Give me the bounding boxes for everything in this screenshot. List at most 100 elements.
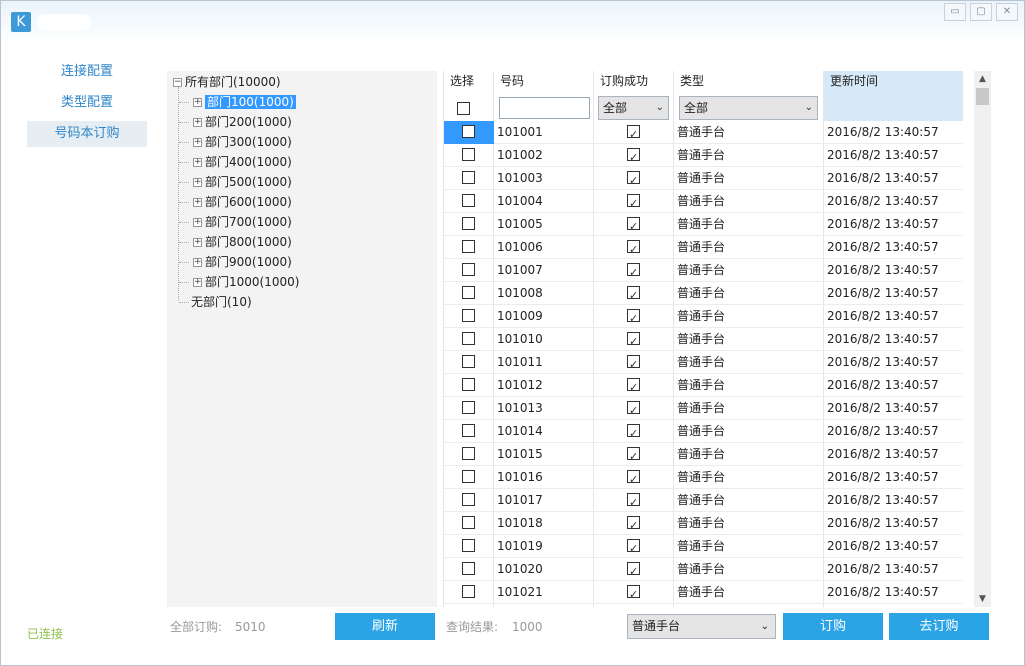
select-cell[interactable] bbox=[444, 512, 494, 535]
collapse-icon[interactable]: − bbox=[173, 78, 182, 87]
order-button[interactable]: 订购 bbox=[783, 613, 883, 640]
row-select-checkbox[interactable] bbox=[462, 401, 475, 414]
tree-item-dept[interactable]: + 部门400(1000) bbox=[193, 153, 292, 171]
tree-item-dept[interactable]: + 部门200(1000) bbox=[193, 113, 292, 131]
tree-item-dept[interactable]: + 部门300(1000) bbox=[193, 133, 292, 151]
table-row[interactable]: 101018 普通手台 2016/8/2 13:40:57 bbox=[444, 512, 963, 537]
table-row[interactable]: 101021 普通手台 2016/8/2 13:40:57 bbox=[444, 581, 963, 606]
table-row[interactable]: 101005 普通手台 2016/8/2 13:40:57 bbox=[444, 213, 963, 238]
select-cell[interactable] bbox=[444, 144, 494, 167]
row-select-checkbox[interactable] bbox=[462, 493, 475, 506]
minimize-button[interactable]: ▭ bbox=[944, 3, 966, 21]
nav-item-connection-config[interactable]: 连接配置 bbox=[27, 59, 147, 85]
select-cell[interactable] bbox=[444, 535, 494, 558]
select-cell[interactable] bbox=[444, 213, 494, 236]
refresh-button[interactable]: 刷新 bbox=[335, 613, 435, 640]
header-success[interactable]: 订购成功 bbox=[594, 71, 674, 93]
tree-item-dept[interactable]: + 部门800(1000) bbox=[193, 233, 292, 251]
row-select-checkbox[interactable] bbox=[462, 585, 475, 598]
tree-item-no-dept[interactable]: 无部门(10) bbox=[191, 293, 252, 311]
close-button[interactable]: ✕ bbox=[996, 3, 1018, 21]
expand-icon[interactable]: + bbox=[193, 178, 202, 187]
header-number[interactable]: 号码 bbox=[494, 71, 594, 93]
expand-icon[interactable]: + bbox=[193, 158, 202, 167]
table-row[interactable]: 101006 普通手台 2016/8/2 13:40:57 bbox=[444, 236, 963, 261]
scroll-thumb[interactable] bbox=[976, 88, 989, 105]
select-cell[interactable] bbox=[444, 397, 494, 420]
row-select-checkbox[interactable] bbox=[462, 355, 475, 368]
select-cell[interactable] bbox=[444, 328, 494, 351]
select-cell[interactable] bbox=[444, 466, 494, 489]
row-select-checkbox[interactable] bbox=[462, 263, 475, 276]
table-row[interactable]: 101017 普通手台 2016/8/2 13:40:57 bbox=[444, 489, 963, 514]
number-filter-input[interactable] bbox=[499, 97, 590, 119]
tree-item-dept[interactable]: + 部门100(1000) bbox=[193, 93, 296, 111]
select-cell[interactable] bbox=[444, 259, 494, 282]
row-select-checkbox[interactable] bbox=[462, 240, 475, 253]
select-cell[interactable] bbox=[444, 190, 494, 213]
select-all-checkbox[interactable] bbox=[457, 102, 470, 115]
tree-item-dept[interactable]: + 部门600(1000) bbox=[193, 193, 292, 211]
tree-item-dept[interactable]: + 部门900(1000) bbox=[193, 253, 292, 271]
table-row[interactable]: 101020 普通手台 2016/8/2 13:40:57 bbox=[444, 558, 963, 583]
row-select-checkbox[interactable] bbox=[462, 148, 475, 161]
scroll-up-icon[interactable]: ▲ bbox=[974, 71, 991, 87]
row-select-checkbox[interactable] bbox=[462, 378, 475, 391]
table-row[interactable]: 101019 普通手台 2016/8/2 13:40:57 bbox=[444, 535, 963, 560]
expand-icon[interactable]: + bbox=[193, 118, 202, 127]
row-select-checkbox[interactable] bbox=[462, 470, 475, 483]
select-cell[interactable] bbox=[444, 489, 494, 512]
table-row[interactable]: 101013 普通手台 2016/8/2 13:40:57 bbox=[444, 397, 963, 422]
row-select-checkbox[interactable] bbox=[462, 194, 475, 207]
order-type-select[interactable]: 普通手台 ⌄ bbox=[627, 614, 776, 639]
table-row[interactable]: 101010 普通手台 2016/8/2 13:40:57 bbox=[444, 328, 963, 353]
table-row[interactable]: 101014 普通手台 2016/8/2 13:40:57 bbox=[444, 420, 963, 445]
tree-root[interactable]: − 所有部门(10000) bbox=[173, 73, 281, 91]
select-cell[interactable] bbox=[444, 121, 494, 144]
tree-item-dept[interactable]: + 部门700(1000) bbox=[193, 213, 292, 231]
header-select[interactable]: 选择 bbox=[444, 71, 494, 93]
table-row[interactable]: 101012 普通手台 2016/8/2 13:40:57 bbox=[444, 374, 963, 399]
nav-item-type-config[interactable]: 类型配置 bbox=[27, 90, 147, 116]
table-row[interactable]: 101016 普通手台 2016/8/2 13:40:57 bbox=[444, 466, 963, 491]
row-select-checkbox[interactable] bbox=[462, 309, 475, 322]
tree-item-dept[interactable]: + 部门500(1000) bbox=[193, 173, 292, 191]
table-row[interactable]: 101009 普通手台 2016/8/2 13:40:57 bbox=[444, 305, 963, 330]
table-row[interactable]: 101007 普通手台 2016/8/2 13:40:57 bbox=[444, 259, 963, 284]
maximize-button[interactable]: ▢ bbox=[970, 3, 992, 21]
grid-scrollbar[interactable]: ▲ ▼ bbox=[974, 71, 991, 607]
row-select-checkbox[interactable] bbox=[462, 539, 475, 552]
row-select-checkbox[interactable] bbox=[462, 286, 475, 299]
table-row[interactable]: 101008 普通手台 2016/8/2 13:40:57 bbox=[444, 282, 963, 307]
select-cell[interactable] bbox=[444, 167, 494, 190]
select-cell[interactable] bbox=[444, 374, 494, 397]
row-select-checkbox[interactable] bbox=[462, 562, 475, 575]
table-row[interactable]: 101003 普通手台 2016/8/2 13:40:57 bbox=[444, 167, 963, 192]
unorder-button[interactable]: 去订购 bbox=[889, 613, 989, 640]
select-cell[interactable] bbox=[444, 305, 494, 328]
expand-icon[interactable]: + bbox=[193, 258, 202, 267]
expand-icon[interactable]: + bbox=[193, 238, 202, 247]
row-select-checkbox[interactable] bbox=[462, 332, 475, 345]
tree-item-dept[interactable]: + 部门1000(1000) bbox=[193, 273, 299, 291]
success-filter-select[interactable]: 全部 ⌄ bbox=[598, 96, 669, 120]
table-row[interactable]: 101015 普通手台 2016/8/2 13:40:57 bbox=[444, 443, 963, 468]
expand-icon[interactable]: + bbox=[193, 98, 202, 107]
scroll-down-icon[interactable]: ▼ bbox=[974, 591, 991, 607]
department-tree[interactable]: − 所有部门(10000) + 部门100(1000) + 部门200(1000) + 部门3… bbox=[167, 71, 437, 607]
row-select-checkbox[interactable] bbox=[462, 125, 475, 138]
header-update-time[interactable]: 更新时间 bbox=[824, 71, 963, 121]
expand-icon[interactable]: + bbox=[193, 278, 202, 287]
table-row[interactable]: 101004 普通手台 2016/8/2 13:40:57 bbox=[444, 190, 963, 215]
nav-item-number-order[interactable]: 号码本订购 bbox=[27, 121, 147, 147]
select-cell[interactable] bbox=[444, 351, 494, 374]
type-filter-select[interactable]: 全部 ⌄ bbox=[679, 96, 818, 120]
table-row[interactable]: 101001 普通手台 2016/8/2 13:40:57 bbox=[444, 121, 963, 146]
row-select-checkbox[interactable] bbox=[462, 171, 475, 184]
header-type[interactable]: 类型 bbox=[674, 71, 824, 93]
select-cell[interactable] bbox=[444, 443, 494, 466]
select-cell[interactable] bbox=[444, 236, 494, 259]
row-select-checkbox[interactable] bbox=[462, 516, 475, 529]
select-cell[interactable] bbox=[444, 420, 494, 443]
expand-icon[interactable]: + bbox=[193, 198, 202, 207]
